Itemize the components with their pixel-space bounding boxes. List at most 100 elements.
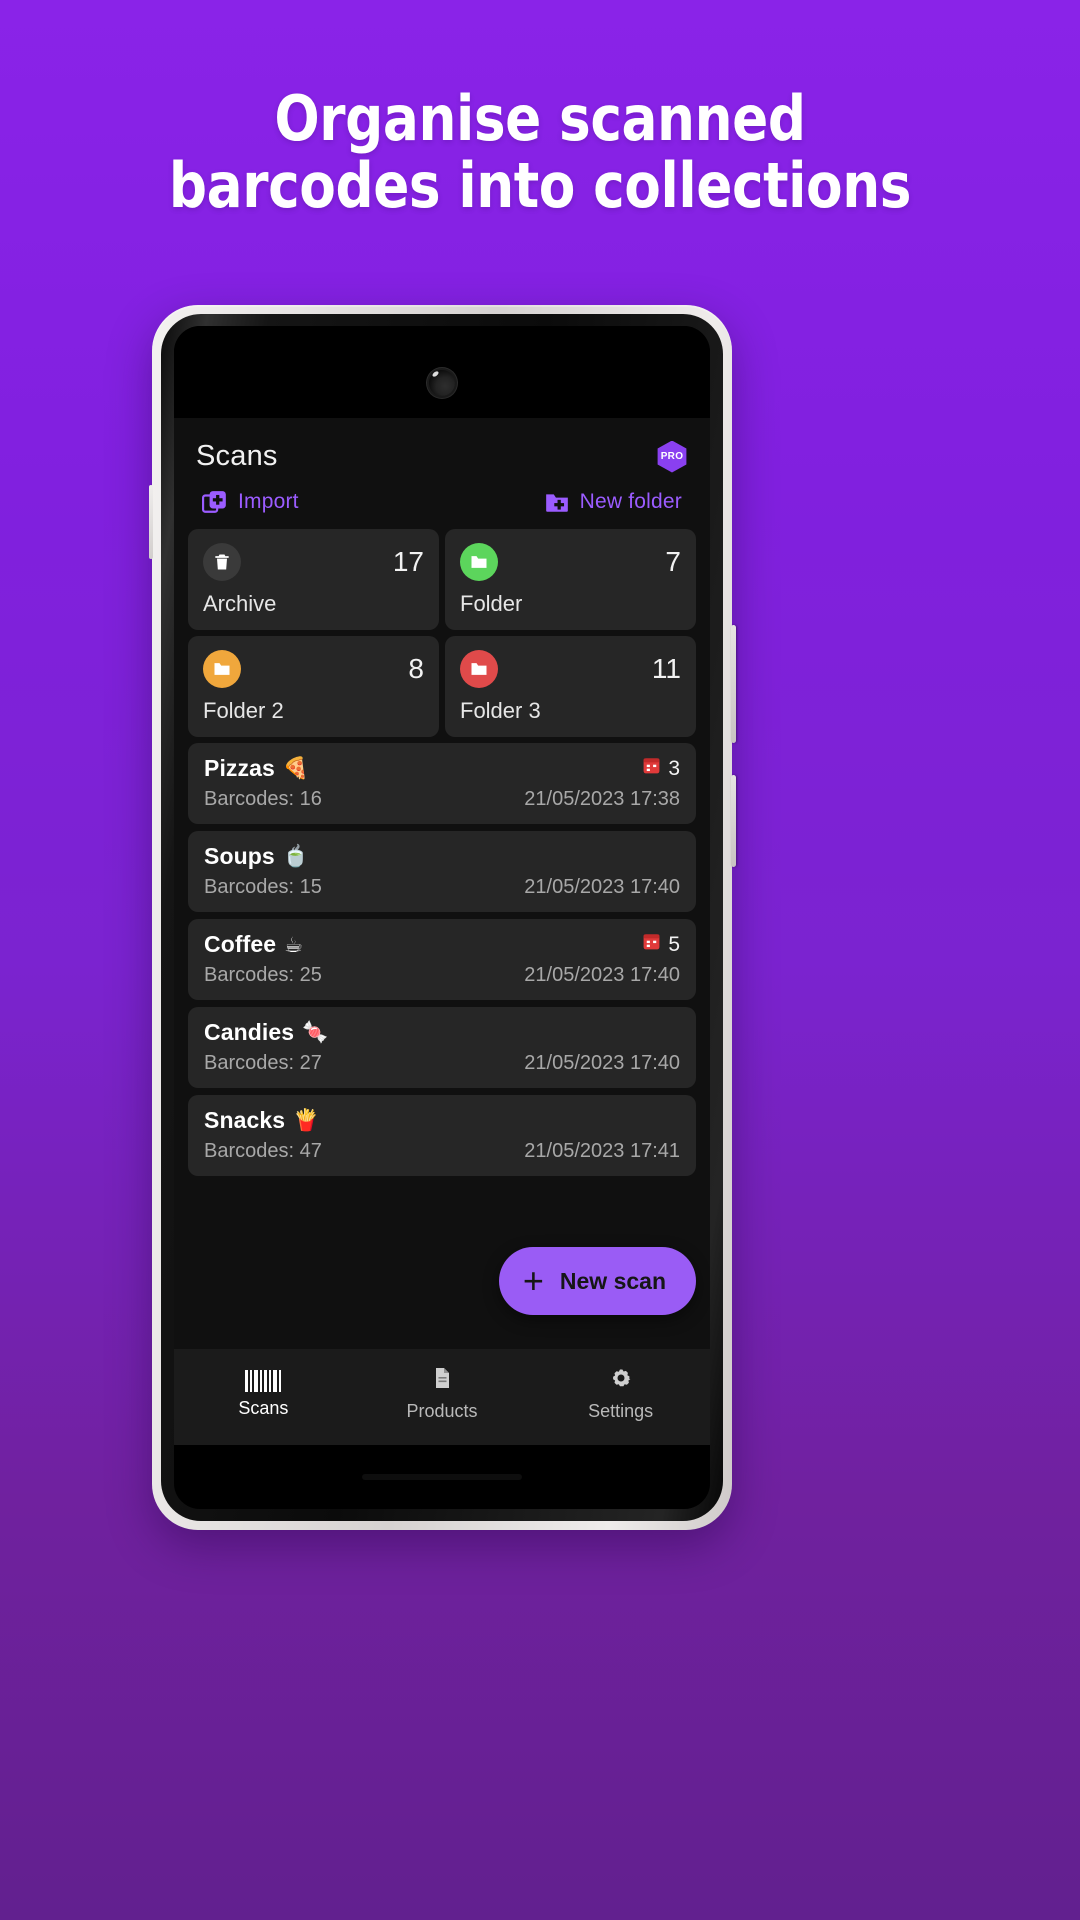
scan-date: 21/05/2023 17:41 [524, 1140, 680, 1162]
headline-line-1: Organise scanned [274, 82, 806, 155]
scan-row[interactable]: Soups 🍵 Barcodes: 15 21/05/2023 17:40 [188, 831, 696, 912]
folder-count: 7 [665, 546, 681, 577]
folder-card-top: 7 [460, 543, 681, 581]
folder-card[interactable]: 11 Folder 3 [445, 636, 696, 737]
folder-card[interactable]: 17 Archive [188, 529, 439, 630]
alarm-count: 3 [668, 756, 680, 780]
phone-power-button[interactable] [731, 775, 736, 867]
scan-barcode-count: Barcodes: 27 [204, 1052, 322, 1074]
scan-name: Candies [204, 1019, 295, 1045]
scan-row-bottom: Barcodes: 47 21/05/2023 17:41 [204, 1140, 680, 1163]
folder-card[interactable]: 8 Folder 2 [188, 636, 439, 737]
scan-name-group: Snacks 🍟 [204, 1107, 319, 1134]
scan-row[interactable]: Coffee ☕ 5 Barcodes: 25 21/05/2023 17:40 [188, 919, 696, 1000]
folder-card-top: 8 [203, 650, 424, 688]
scan-name-group: Candies 🍬 [204, 1019, 328, 1046]
scan-name-group: Coffee ☕ [204, 931, 303, 958]
front-camera-icon [429, 370, 455, 396]
scan-row-top: Pizzas 🍕 3 [204, 755, 680, 782]
alarm-badge: 5 [642, 932, 680, 957]
new-folder-label: New folder [579, 490, 682, 513]
scan-row-top: Coffee ☕ 5 [204, 931, 680, 958]
scan-name: Pizzas [204, 755, 275, 781]
phone-volume-button[interactable] [731, 625, 736, 743]
nav-label-scans: Scans [238, 1397, 289, 1418]
folder-icon [460, 543, 498, 581]
trash-icon [203, 543, 241, 581]
import-label: Import [238, 490, 299, 513]
app-content: Scans PRO Import New folder 17 Archive 7… [174, 418, 710, 1509]
folder-name: Folder 2 [203, 698, 284, 723]
scan-barcode-count: Barcodes: 25 [204, 964, 322, 986]
app-header: Scans PRO [174, 418, 710, 479]
phone-screen: Scans PRO Import New folder 17 Archive 7… [174, 326, 710, 1509]
barcode-icon [245, 1369, 282, 1392]
pro-badge-label: PRO [660, 451, 684, 462]
bottom-navigation: Scans Products Settings [174, 1349, 710, 1445]
nav-label-settings: Settings [588, 1401, 654, 1421]
page-title: Scans [196, 440, 278, 472]
folder-count: 17 [392, 546, 424, 577]
folder-card[interactable]: 7 Folder [445, 529, 696, 630]
new-scan-fab[interactable]: + New scan [498, 1247, 696, 1315]
folder-plus-icon [544, 489, 570, 515]
scan-row-bottom: Barcodes: 27 21/05/2023 17:40 [204, 1052, 680, 1075]
scan-row-bottom: Barcodes: 15 21/05/2023 17:40 [204, 876, 680, 899]
folder-name: Folder 3 [460, 698, 541, 723]
gear-icon [609, 1366, 633, 1395]
scan-date: 21/05/2023 17:40 [524, 964, 680, 986]
pizza-emoji-icon: 🍕 [282, 756, 310, 780]
candy-emoji-icon: 🍬 [302, 1020, 329, 1044]
headline-line-2: barcodes into collections [168, 148, 912, 222]
scan-row-top: Candies 🍬 [204, 1019, 680, 1046]
scan-name: Snacks [204, 1107, 286, 1133]
scan-row[interactable]: Candies 🍬 Barcodes: 27 21/05/2023 17:40 [188, 1007, 696, 1088]
scan-row-bottom: Barcodes: 25 21/05/2023 17:40 [204, 964, 680, 987]
scan-row-bottom: Barcodes: 16 21/05/2023 17:38 [204, 788, 680, 811]
scan-date: 21/05/2023 17:38 [524, 788, 680, 810]
folder-icon [203, 650, 241, 688]
alarm-badge: 3 [642, 756, 680, 781]
import-button[interactable]: Import [202, 489, 299, 515]
nav-item-settings[interactable]: Settings [532, 1366, 709, 1422]
scan-barcode-count: Barcodes: 15 [204, 876, 322, 898]
scan-row[interactable]: Pizzas 🍕 3 Barcodes: 16 21/05/2023 17:38 [188, 743, 696, 824]
scan-name: Soups [204, 843, 275, 869]
promo-headline: Organise scanned barcodes into collectio… [76, 85, 1005, 222]
phone-left-button[interactable] [149, 485, 153, 559]
home-indicator[interactable] [362, 1474, 522, 1480]
scan-row[interactable]: Snacks 🍟 Barcodes: 47 21/05/2023 17:41 [188, 1095, 696, 1176]
pro-badge[interactable]: PRO [656, 440, 688, 473]
scan-name-group: Soups 🍵 [204, 843, 309, 870]
new-folder-button[interactable]: New folder [544, 489, 682, 515]
folder-card-top: 17 [203, 543, 424, 581]
folder-name: Folder [460, 591, 523, 616]
folder-count: 8 [408, 653, 424, 684]
alarm-count: 5 [668, 932, 680, 956]
folder-grid: 17 Archive 7 Folder 8 Folder 2 11 Folder… [174, 529, 710, 737]
action-row: Import New folder [174, 479, 710, 529]
alarm-clock-icon [642, 932, 661, 957]
scan-date: 21/05/2023 17:40 [524, 876, 680, 898]
scan-name-group: Pizzas 🍕 [204, 755, 309, 782]
nav-label-products: Products [406, 1401, 478, 1421]
plus-icon: + [522, 1259, 544, 1301]
import-icon [202, 489, 228, 515]
scan-barcode-count: Barcodes: 16 [204, 788, 322, 810]
scan-name: Coffee [204, 931, 277, 957]
fries-emoji-icon: 🍟 [293, 1108, 320, 1132]
status-bar [174, 326, 710, 418]
coffee-emoji-icon: ☕ [284, 932, 304, 957]
folder-icon [460, 650, 498, 688]
scan-barcode-count: Barcodes: 47 [204, 1140, 322, 1162]
scan-row-top: Soups 🍵 [204, 843, 680, 870]
nav-item-products[interactable]: Products [354, 1366, 531, 1422]
phone-mockup: Scans PRO Import New folder 17 Archive 7… [149, 305, 736, 1530]
alarm-clock-icon [642, 756, 661, 781]
folder-card-top: 11 [460, 650, 681, 688]
nav-item-scans[interactable]: Scans [175, 1369, 352, 1419]
scan-list: Pizzas 🍕 3 Barcodes: 16 21/05/2023 17:38… [174, 737, 710, 1176]
soup-emoji-icon: 🍵 [282, 844, 310, 868]
new-scan-label: New scan [559, 1267, 666, 1294]
gesture-navigation-area [174, 1445, 710, 1509]
